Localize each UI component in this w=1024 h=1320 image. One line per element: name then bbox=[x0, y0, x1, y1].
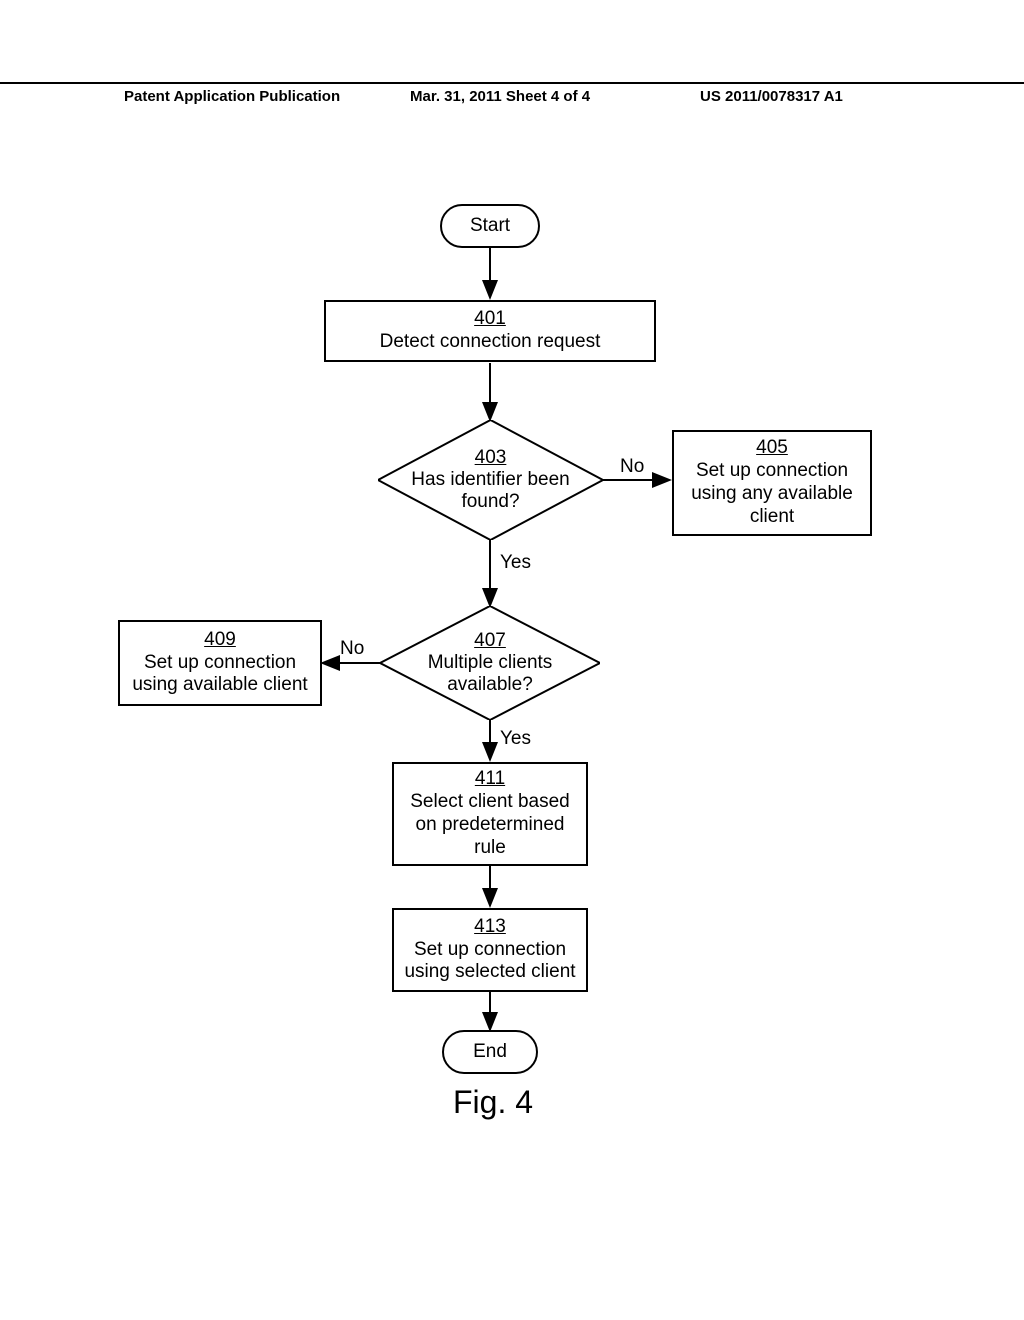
node-405-l2: using any available bbox=[691, 483, 853, 506]
page: Patent Application Publication Mar. 31, … bbox=[0, 0, 1024, 1320]
flowchart: Start 401 Detect connection request 403 … bbox=[0, 0, 1024, 1320]
node-start-label: Start bbox=[470, 215, 510, 237]
node-405-l3: client bbox=[750, 506, 794, 529]
node-407: 407 Multiple clients available? bbox=[380, 606, 600, 720]
node-411-l2: on predetermined bbox=[416, 814, 565, 837]
edge-label-403-no: No bbox=[620, 456, 644, 478]
node-405-l1: Set up connection bbox=[696, 460, 848, 483]
node-411-ref: 411 bbox=[475, 768, 505, 791]
node-start: Start bbox=[440, 204, 540, 248]
node-403-l2: found? bbox=[461, 491, 519, 513]
node-401-ref: 401 bbox=[474, 308, 506, 331]
node-407-l1: Multiple clients bbox=[428, 652, 553, 674]
node-411-l1: Select client based bbox=[410, 791, 570, 814]
node-409: 409 Set up connection using available cl… bbox=[118, 620, 322, 706]
node-end-label: End bbox=[473, 1041, 507, 1063]
node-409-l2: using available client bbox=[132, 674, 307, 697]
edge-label-407-yes: Yes bbox=[500, 728, 531, 750]
node-end: End bbox=[442, 1030, 538, 1074]
node-413-l1: Set up connection bbox=[414, 939, 566, 962]
node-405-ref: 405 bbox=[756, 437, 788, 460]
node-413: 413 Set up connection using selected cli… bbox=[392, 908, 588, 992]
node-409-l1: Set up connection bbox=[144, 652, 296, 675]
edge-label-403-yes: Yes bbox=[500, 552, 531, 574]
node-403: 403 Has identifier been found? bbox=[378, 420, 603, 540]
node-407-ref: 407 bbox=[474, 630, 506, 652]
node-411-l3: rule bbox=[474, 837, 506, 860]
node-405: 405 Set up connection using any availabl… bbox=[672, 430, 872, 536]
node-413-ref: 413 bbox=[474, 916, 506, 939]
figure-caption: Fig. 4 bbox=[438, 1084, 548, 1121]
node-401: 401 Detect connection request bbox=[324, 300, 656, 362]
node-407-l2: available? bbox=[447, 674, 533, 696]
node-413-l2: using selected client bbox=[404, 961, 575, 984]
node-401-text: Detect connection request bbox=[380, 331, 601, 354]
node-403-ref: 403 bbox=[475, 447, 507, 469]
node-403-l1: Has identifier been bbox=[411, 469, 569, 491]
node-411: 411 Select client based on predetermined… bbox=[392, 762, 588, 866]
edge-label-407-no: No bbox=[340, 638, 364, 660]
node-409-ref: 409 bbox=[204, 629, 236, 652]
